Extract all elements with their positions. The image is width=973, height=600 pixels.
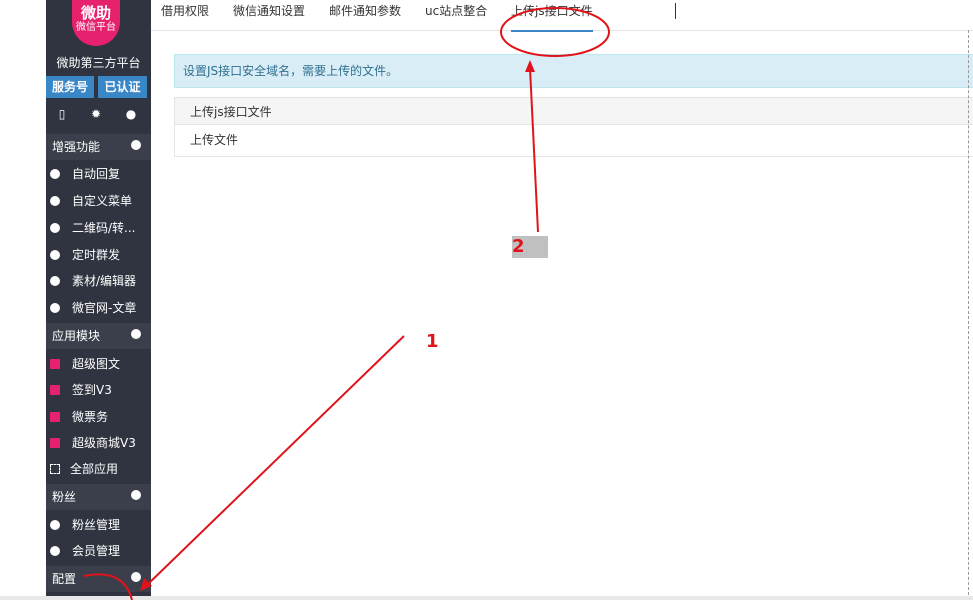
section-enhance-label: 增强功能 (52, 140, 101, 154)
tab-upload-js[interactable]: 上传js接口文件 (511, 0, 593, 32)
left-gutter (0, 0, 46, 600)
sidebar-item-fans-manage[interactable]: 粉丝管理 (46, 512, 151, 538)
sidebar-item-label: 自定义菜单 (72, 194, 133, 208)
heart-icon (50, 520, 60, 530)
sidebar-item-label: 定时群发 (72, 248, 121, 262)
heart-icon (50, 546, 60, 556)
sidebar-icon-row: ▯ ✹ ● (46, 104, 151, 126)
chat-icon (50, 169, 60, 179)
sidebar-item-label: 素材/编辑器 (72, 274, 137, 288)
info-alert: 设置JS接口安全域名，需要上传的文件。 (174, 54, 973, 88)
clock-icon (50, 250, 60, 260)
page-edge (968, 30, 970, 600)
section-fans[interactable]: 粉丝 (46, 484, 151, 510)
sidebar-item-label: 粉丝管理 (72, 518, 121, 532)
sidebar: 微助 微信平台 微助第三方平台 服务号 已认证 ▯ ✹ ● 增强功能 自动回复 … (46, 0, 151, 600)
sidebar-item-all-apps[interactable]: 全部应用 (46, 456, 151, 482)
collapse-icon[interactable] (131, 140, 141, 150)
app-icon (50, 412, 60, 422)
account-badges: 服务号 已认证 (46, 76, 151, 98)
app-icon (50, 359, 60, 369)
sidebar-item-label: 微官网-文章 (72, 301, 137, 315)
annotation-label-2: 2 (512, 236, 525, 257)
home-icon (50, 303, 60, 313)
upload-table: 上传js接口文件 上传文件 (174, 97, 973, 157)
logo-line2: 微信平台 (76, 22, 116, 33)
app-logo[interactable]: 微助 微信平台 (72, 0, 120, 46)
tab-wechat-notify[interactable]: 微信通知设置 (233, 0, 305, 30)
section-fans-label: 粉丝 (52, 490, 77, 504)
sidebar-item-member-manage[interactable]: 会员管理 (46, 538, 151, 564)
sidebar-item-label: 自动回复 (72, 167, 121, 181)
sidebar-item-ticketing[interactable]: 微票务 (46, 404, 151, 430)
service-account-badge: 服务号 (46, 76, 94, 98)
section-apps[interactable]: 应用模块 (46, 323, 151, 349)
tab-borrow-permission[interactable]: 借用权限 (161, 0, 209, 30)
gear-icon[interactable]: ✹ (88, 106, 104, 122)
collapse-icon[interactable] (131, 490, 141, 500)
logo-line1: 微助 (80, 4, 111, 22)
platform-name: 微助第三方平台 (56, 56, 141, 70)
sidebar-item-scheduled-send[interactable]: 定时群发 (46, 242, 151, 268)
sidebar-item-super-mall[interactable]: 超级商城V3 (46, 430, 151, 456)
app-icon (50, 438, 60, 448)
annotation-label-1: 1 (426, 331, 439, 352)
sidebar-item-custom-menu[interactable]: 自定义菜单 (46, 188, 151, 214)
annotation-label-2-box: 2 (512, 236, 548, 258)
table-header: 上传js接口文件 (174, 97, 973, 125)
sidebar-item-auto-reply[interactable]: 自动回复 (46, 161, 151, 187)
user-icon[interactable]: ● (123, 106, 139, 122)
grid-icon (50, 464, 60, 474)
section-config[interactable]: 配置 (46, 566, 151, 592)
bottom-border (0, 596, 973, 600)
sidebar-item-label: 签到V3 (72, 383, 112, 397)
sidebar-item-checkin[interactable]: 签到V3 (46, 377, 151, 403)
tab-uc-integration[interactable]: uc站点整合 (425, 0, 487, 30)
section-enhance[interactable]: 增强功能 (46, 134, 151, 160)
tab-mail-notify[interactable]: 邮件通知参数 (329, 0, 401, 30)
sidebar-item-label: 二维码/转... (72, 221, 136, 235)
sidebar-item-label: 超级商城V3 (72, 436, 136, 450)
arrow-line-1 (145, 335, 405, 587)
sidebar-item-editor[interactable]: 素材/编辑器 (46, 268, 151, 294)
text-cursor (675, 3, 676, 19)
sidebar-item-label: 全部应用 (70, 462, 119, 476)
edit-icon (50, 276, 60, 286)
section-apps-label: 应用模块 (52, 329, 101, 343)
section-config-label: 配置 (52, 572, 77, 586)
upload-file-row[interactable]: 上传文件 (174, 125, 973, 157)
app-icon (50, 385, 60, 395)
qrcode-icon (50, 223, 60, 233)
sidebar-item-qrcode[interactable]: 二维码/转... (46, 215, 151, 241)
sidebar-item-label: 超级图文 (72, 357, 121, 371)
settings-tabs: 借用权限 微信通知设置 邮件通知参数 uc站点整合 上传js接口文件 (151, 0, 973, 32)
menu-icon (50, 196, 60, 206)
sidebar-item-super-article[interactable]: 超级图文 (46, 351, 151, 377)
collapse-icon[interactable] (131, 572, 141, 582)
sidebar-item-label: 会员管理 (72, 544, 121, 558)
collapse-icon[interactable] (131, 329, 141, 339)
sidebar-item-microsite[interactable]: 微官网-文章 (46, 295, 151, 321)
phone-icon[interactable]: ▯ (54, 106, 70, 122)
sidebar-item-label: 微票务 (72, 410, 109, 424)
verified-badge: 已认证 (98, 76, 147, 98)
